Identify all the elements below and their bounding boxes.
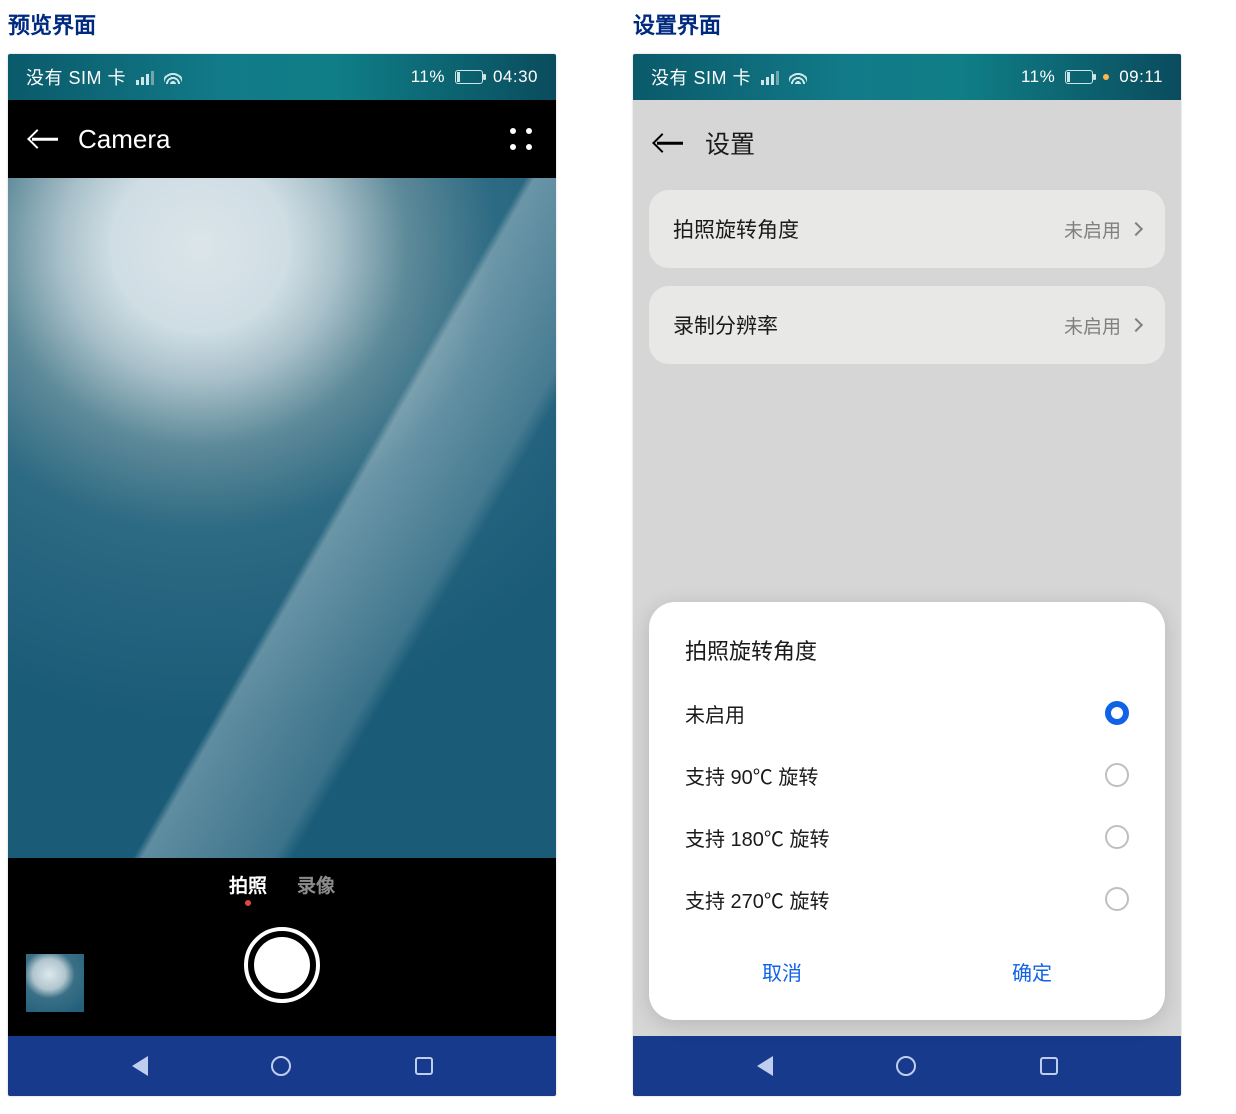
phone-settings: 没有 SIM 卡 11% 09:11 设置 bbox=[633, 54, 1181, 1096]
option-label: 支持 180℃ 旋转 bbox=[685, 823, 829, 852]
sheet-title: 拍照旋转角度 bbox=[657, 634, 1157, 682]
radio-icon bbox=[1105, 825, 1129, 849]
cancel-button[interactable]: 取消 bbox=[657, 941, 907, 1002]
status-right: 11% 04:30 bbox=[411, 67, 538, 87]
mode-selector[interactable]: 拍照 录像 bbox=[8, 858, 556, 910]
radio-icon bbox=[1105, 887, 1129, 911]
setting-value: 未启用 bbox=[1064, 216, 1121, 243]
sim-text: 没有 SIM 卡 bbox=[26, 64, 126, 90]
sheet-buttons: 取消 确定 bbox=[657, 940, 1157, 1002]
option-disabled[interactable]: 未启用 bbox=[657, 682, 1157, 744]
nav-bar bbox=[633, 1036, 1181, 1096]
battery-icon bbox=[455, 70, 483, 84]
option-180[interactable]: 支持 180℃ 旋转 bbox=[657, 806, 1157, 868]
setting-label: 拍照旋转角度 bbox=[673, 214, 799, 244]
radio-selected-icon bbox=[1105, 701, 1129, 725]
status-left: 没有 SIM 卡 bbox=[26, 64, 182, 90]
page-title: 设置 bbox=[705, 125, 755, 161]
phone-preview: 没有 SIM 卡 11% 04:30 Camera bbox=[8, 54, 556, 1096]
camera-app: Camera 拍照 录像 bbox=[8, 100, 556, 1036]
back-icon[interactable] bbox=[30, 129, 58, 149]
settings-header: 设置 bbox=[633, 100, 1181, 186]
nav-bar bbox=[8, 1036, 556, 1096]
camera-header: Camera bbox=[8, 100, 556, 178]
wifi-icon bbox=[164, 70, 182, 84]
sim-text: 没有 SIM 卡 bbox=[651, 64, 751, 90]
status-left: 没有 SIM 卡 bbox=[651, 64, 807, 90]
nav-recent-icon[interactable] bbox=[1040, 1057, 1058, 1075]
signal-icon bbox=[761, 69, 779, 85]
settings-list: 拍照旋转角度 未启用 录制分辨率 未启用 bbox=[633, 186, 1181, 368]
rotation-sheet: 拍照旋转角度 未启用 支持 90℃ 旋转 支持 180℃ 旋转 支持 2 bbox=[649, 602, 1165, 1020]
nav-home-icon[interactable] bbox=[271, 1056, 291, 1076]
option-90[interactable]: 支持 90℃ 旋转 bbox=[657, 744, 1157, 806]
preview-caption: 预览界面 bbox=[8, 8, 603, 40]
setting-value: 未启用 bbox=[1064, 312, 1121, 339]
camera-footer: 拍照 录像 bbox=[8, 858, 556, 1036]
status-bar: 没有 SIM 卡 11% 04:30 bbox=[8, 54, 556, 100]
setting-record-resolution[interactable]: 录制分辨率 未启用 bbox=[649, 286, 1165, 364]
battery-percent: 11% bbox=[411, 67, 445, 87]
settings-caption: 设置界面 bbox=[633, 8, 1228, 40]
shutter-button[interactable] bbox=[244, 927, 320, 1003]
back-icon[interactable] bbox=[655, 133, 683, 153]
signal-icon bbox=[136, 69, 154, 85]
battery-icon bbox=[1065, 70, 1093, 84]
chevron-right-icon bbox=[1129, 318, 1143, 332]
mode-video[interactable]: 录像 bbox=[297, 871, 335, 898]
option-label: 未启用 bbox=[685, 699, 745, 728]
nav-back-icon[interactable] bbox=[757, 1056, 773, 1076]
settings-app: 设置 拍照旋转角度 未启用 录制分辨率 未启用 bbox=[633, 100, 1181, 1036]
camera-preview[interactable] bbox=[8, 178, 556, 858]
mode-photo[interactable]: 拍照 bbox=[229, 871, 267, 898]
wifi-icon bbox=[789, 70, 807, 84]
setting-rotation-angle[interactable]: 拍照旋转角度 未启用 bbox=[649, 190, 1165, 268]
clock: 09:11 bbox=[1119, 67, 1163, 87]
battery-percent: 11% bbox=[1021, 67, 1055, 87]
nav-recent-icon[interactable] bbox=[415, 1057, 433, 1075]
clock: 04:30 bbox=[493, 67, 538, 87]
location-dot-icon bbox=[1103, 74, 1109, 80]
fullscreen-icon[interactable] bbox=[508, 126, 534, 152]
setting-label: 录制分辨率 bbox=[673, 310, 778, 340]
settings-column: 设置界面 没有 SIM 卡 11% 09:11 bbox=[633, 8, 1228, 1096]
option-label: 支持 270℃ 旋转 bbox=[685, 885, 829, 914]
preview-column: 预览界面 没有 SIM 卡 11% 04:30 Camer bbox=[8, 8, 603, 1096]
camera-controls bbox=[8, 910, 556, 1036]
option-label: 支持 90℃ 旋转 bbox=[685, 761, 818, 790]
option-270[interactable]: 支持 270℃ 旋转 bbox=[657, 868, 1157, 930]
gallery-thumbnail[interactable] bbox=[26, 954, 84, 1012]
nav-home-icon[interactable] bbox=[896, 1056, 916, 1076]
app-title: Camera bbox=[78, 124, 170, 155]
radio-icon bbox=[1105, 763, 1129, 787]
nav-back-icon[interactable] bbox=[132, 1056, 148, 1076]
ok-button[interactable]: 确定 bbox=[907, 941, 1157, 1002]
chevron-right-icon bbox=[1129, 222, 1143, 236]
status-right: 11% 09:11 bbox=[1021, 67, 1163, 87]
status-bar: 没有 SIM 卡 11% 09:11 bbox=[633, 54, 1181, 100]
